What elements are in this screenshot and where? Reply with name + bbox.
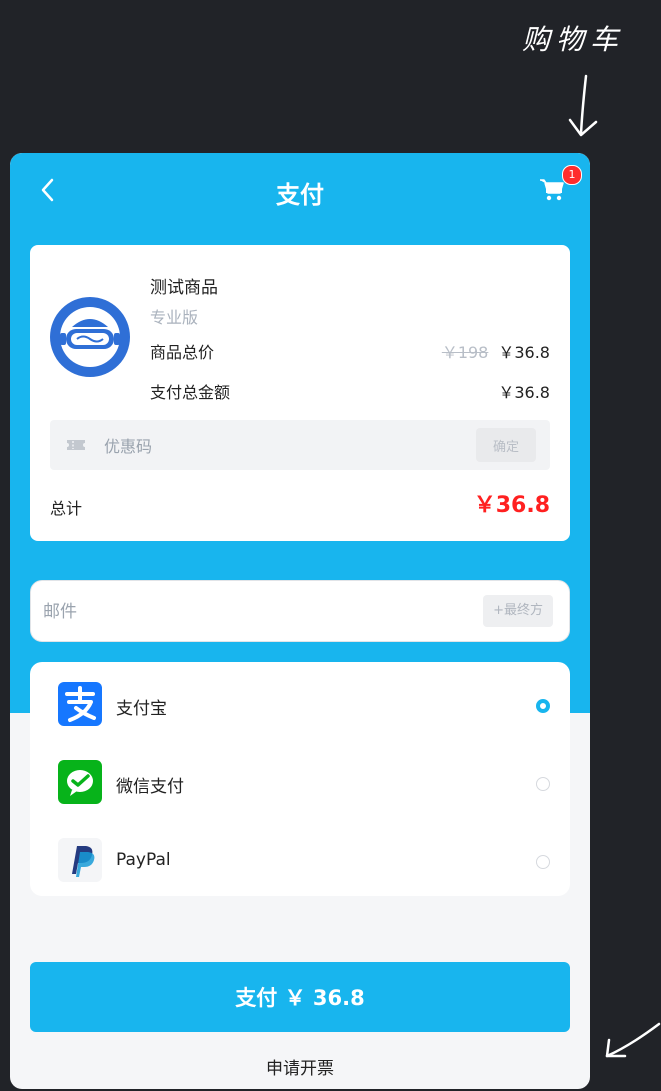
request-invoice-link[interactable]: 申请开票 bbox=[10, 1054, 590, 1079]
cart-count-badge: 1 bbox=[562, 165, 582, 185]
payment-screen: 支付 1 测试商品 专业版 商品总价 ￥198 ￥36.8 支付总金额 ￥36.… bbox=[10, 153, 590, 1089]
email-suffix-button[interactable]: +最终方 bbox=[483, 595, 553, 627]
radio-unselected[interactable] bbox=[536, 777, 550, 791]
product-name: 测试商品 bbox=[150, 278, 218, 298]
email-input[interactable] bbox=[41, 597, 445, 627]
payment-label: 支付宝 bbox=[116, 699, 167, 719]
cart-button[interactable]: 1 bbox=[538, 165, 582, 207]
payment-label: PayPal bbox=[116, 850, 171, 870]
payment-option-wechat[interactable]: 微信支付 bbox=[30, 748, 570, 818]
total-label: 总计 bbox=[50, 499, 83, 518]
cart-annotation: 购物车 bbox=[522, 23, 625, 56]
coupon-field: 确定 bbox=[50, 420, 550, 470]
pay-button[interactable]: 支付 ￥ 36.8 bbox=[30, 962, 570, 1032]
wechat-pay-icon bbox=[58, 760, 102, 804]
top-bar: 支付 1 bbox=[10, 153, 590, 233]
subtotal-label: 商品总价 bbox=[150, 343, 215, 362]
radio-selected[interactable] bbox=[536, 699, 550, 713]
payment-method-list: 支付宝 微信支付 PayPal bbox=[30, 662, 570, 896]
page-title: 支付 bbox=[276, 181, 324, 209]
ticket-icon bbox=[67, 440, 85, 450]
subtotal-value: ￥198 ￥36.8 bbox=[442, 339, 550, 363]
total-value: ￥36.8 bbox=[473, 493, 550, 518]
payment-option-alipay[interactable]: 支付宝 bbox=[30, 670, 570, 740]
coupon-input[interactable] bbox=[102, 432, 456, 460]
total-row: 总计 ￥36.8 bbox=[50, 483, 550, 523]
product-logo bbox=[50, 297, 130, 377]
arrow-down-icon bbox=[568, 74, 598, 137]
payment-label: 微信支付 bbox=[116, 777, 184, 797]
pay-total-label: 支付总金额 bbox=[150, 383, 231, 402]
arrow-pointer-icon bbox=[605, 1022, 661, 1058]
current-price: ￥36.8 bbox=[498, 343, 550, 362]
alipay-icon bbox=[58, 682, 102, 726]
original-price: ￥198 bbox=[441, 343, 489, 362]
pay-total-value: ￥36.8 bbox=[498, 383, 550, 402]
email-field: +最终方 bbox=[30, 580, 570, 642]
coupon-confirm-button[interactable]: 确定 bbox=[476, 428, 536, 462]
radio-unselected[interactable] bbox=[536, 855, 550, 869]
payment-option-paypal[interactable]: PayPal bbox=[30, 826, 570, 896]
product-edition: 专业版 bbox=[150, 308, 199, 327]
paypal-icon bbox=[58, 838, 102, 882]
